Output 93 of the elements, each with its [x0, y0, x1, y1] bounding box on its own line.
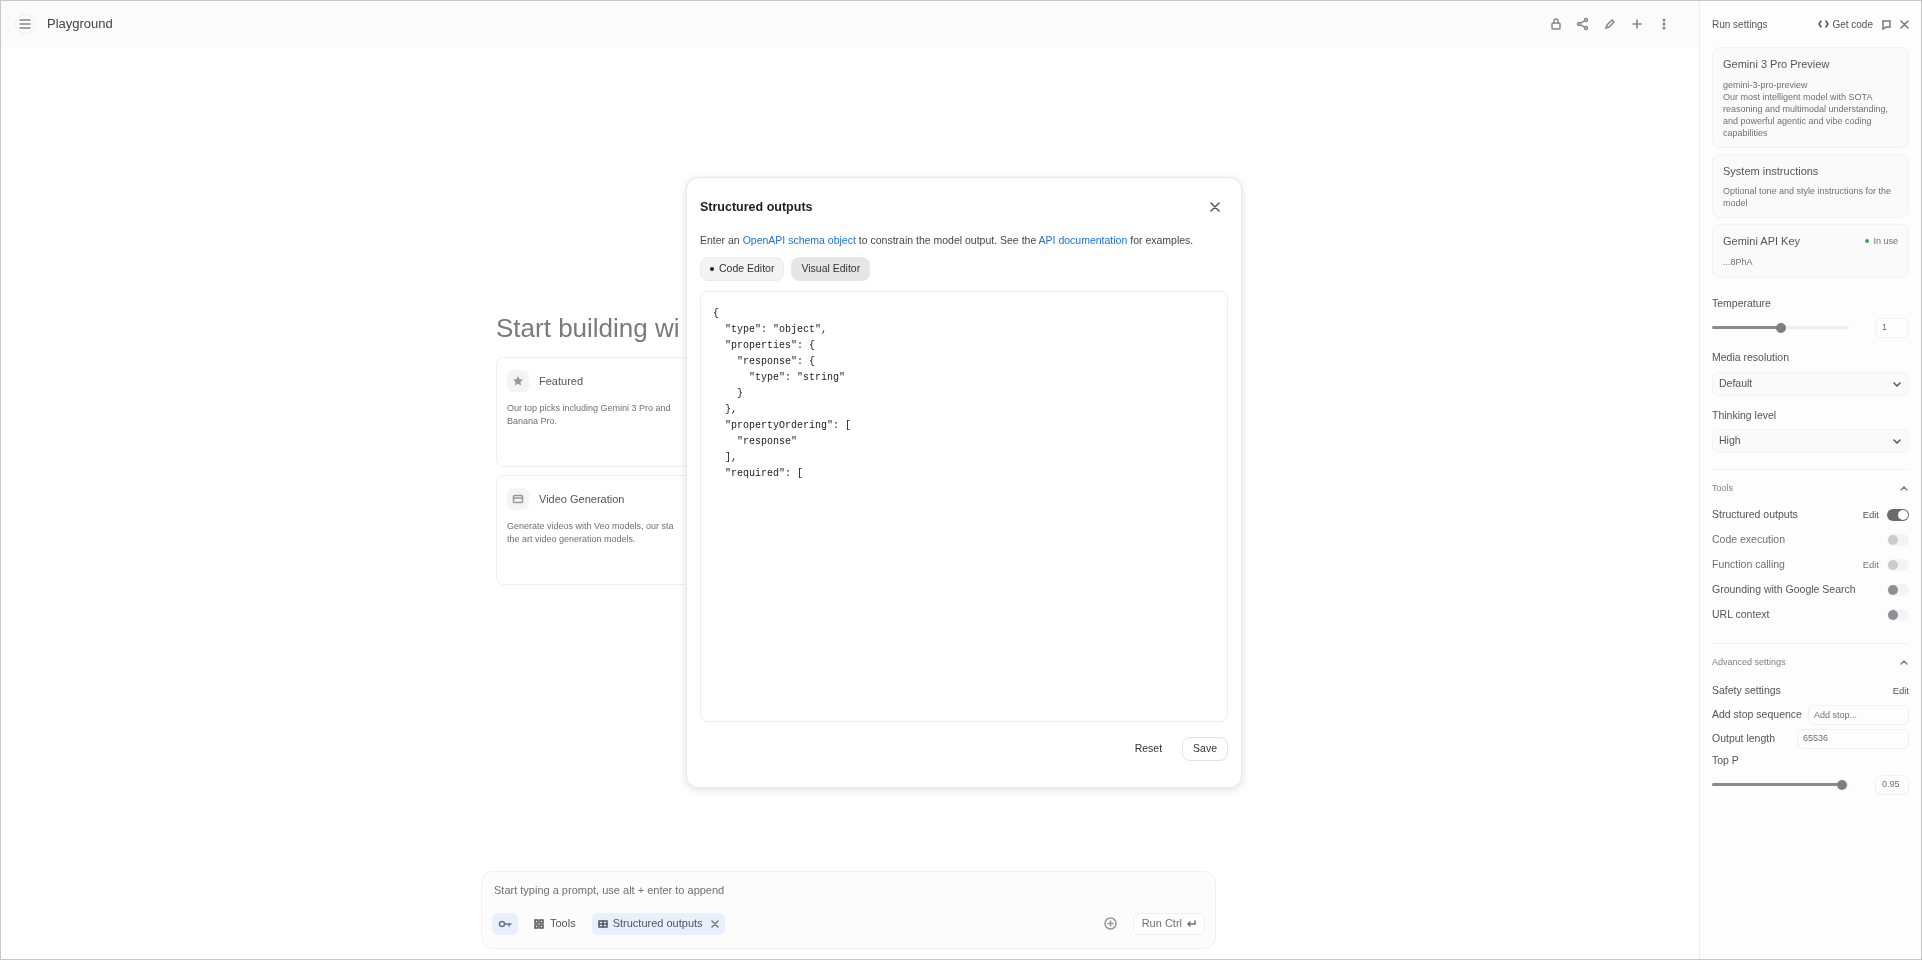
instructions-placeholder: Optional tone and style instructions for the model: [1723, 185, 1893, 209]
doc-link[interactable]: OpenAPI schema object: [742, 233, 856, 246]
close-icon: [710, 919, 719, 928]
api-key-value: ...8PhA: [1723, 255, 1754, 269]
setting-label: Safety settings: [1712, 683, 1782, 699]
dropdown[interactable]: High: [1712, 429, 1909, 454]
edit-link[interactable]: Edit: [1862, 507, 1879, 522]
status-label: In use: [1873, 234, 1898, 248]
card-description: the art video generation models.: [507, 533, 637, 546]
attach-button[interactable]: [1103, 917, 1117, 930]
card-title: Gemini API Key: [1723, 234, 1802, 249]
setting-label: Output length: [1712, 731, 1776, 747]
menu-icon: [18, 17, 32, 31]
structured-outputs-chip[interactable]: Structured outputs: [591, 912, 725, 935]
toggle-switch[interactable]: [1887, 508, 1909, 521]
toggle-switch[interactable]: [1887, 583, 1909, 596]
return-icon: [1186, 919, 1196, 928]
toggle-switch[interactable]: [1887, 608, 1909, 621]
card-title: System instructions: [1723, 163, 1820, 179]
chevron-down-icon: [1892, 436, 1902, 447]
close-button[interactable]: [1210, 202, 1220, 213]
share-icon: [1576, 17, 1590, 31]
model-card[interactable]: Gemini 3 Pro Preview gemini-3-pro-preview Our most intelligent model with SOTA reasoning and multimodal understanding, and powerful agentic and vibe coding capabilities: [1712, 47, 1909, 148]
key-icon: [498, 918, 512, 929]
code-editor[interactable]: { "type": "object", "properties": { "response": { "type": "string" } }, "propertyOrdering": [ "response" ], "required": [: [700, 290, 1228, 722]
panel-title: Run settings: [1712, 17, 1769, 32]
slider-thumb[interactable]: [1837, 779, 1848, 790]
tools-button[interactable]: Tools: [526, 912, 584, 935]
dialog-title: Structured outputs: [700, 199, 814, 216]
dialog-button[interactable]: Save: [1182, 736, 1228, 761]
edit-link[interactable]: Edit: [1892, 684, 1909, 699]
lock-icon: [1549, 17, 1563, 31]
model-name: Gemini 3 Pro Preview: [1723, 57, 1831, 72]
feature-card[interactable]: Video Generation Generate videos with Veo models, our sta the art video generation models.: [496, 475, 686, 585]
tool-label: Grounding with Google Search: [1712, 581, 1857, 597]
speech-bubble-icon: [1881, 18, 1892, 30]
video-icon: [512, 493, 524, 505]
tool-label: URL context: [1712, 606, 1771, 622]
card-description: Our top picks including Gemini 3 Pro and: [507, 402, 672, 415]
dropdown[interactable]: Default: [1712, 371, 1909, 396]
api-key-card[interactable]: Gemini API Key In use ...8PhA: [1712, 224, 1909, 278]
slider-thumb[interactable]: [1775, 322, 1786, 333]
dialog-button[interactable]: Reset: [1124, 736, 1173, 761]
tool-label: Code execution: [1712, 531, 1786, 547]
editor-tab[interactable]: Code Editor: [700, 256, 785, 281]
close-icon: [1900, 19, 1909, 29]
feedback-button[interactable]: [1881, 18, 1892, 30]
plus-circle-icon: [1103, 917, 1117, 930]
pencil-icon: [1603, 17, 1617, 31]
pencil-button[interactable]: [1603, 17, 1617, 31]
feature-card[interactable]: Featured Our top picks including Gemini 3 Pro and Banana Pro.: [496, 357, 686, 467]
setting-label: Media resolution: [1712, 349, 1791, 365]
share-button[interactable]: [1576, 17, 1590, 31]
section-header[interactable]: Advanced settings: [1712, 655, 1909, 670]
code-icon: [1818, 20, 1830, 28]
stop-sequence-field[interactable]: Add stop...: [1807, 705, 1909, 725]
table-icon: [597, 918, 608, 929]
prompt-input[interactable]: Start typing a prompt, use alt + enter to append: [492, 882, 727, 899]
setting-label: Temperature: [1712, 296, 1772, 311]
tool-label: Structured outputs: [1712, 506, 1799, 522]
lock-button[interactable]: [1549, 17, 1563, 31]
schema-code: { "type": "object", "properties": { "response": { "type": "string" } }, "propertyOrdering": [ "response" ], "required": [: [713, 306, 853, 481]
card-description: Generate videos with Veo models, our sta: [507, 520, 675, 533]
setting-label: Add stop sequence: [1712, 707, 1802, 723]
slider-track[interactable]: [1712, 326, 1849, 330]
star-icon: [512, 375, 524, 387]
get-code-button[interactable]: Get code: [1818, 16, 1873, 32]
page-title: Playground: [47, 15, 113, 34]
card-description: Banana Pro.: [507, 415, 559, 428]
close-icon: [1210, 202, 1220, 213]
dialog-description: Enter an OpenAPI schema object to constrain the model output. See the API documentation for examples.: [700, 232, 1195, 248]
plus-button[interactable]: [1630, 17, 1644, 31]
setting-label: Top P: [1712, 753, 1740, 768]
card-title: Video Generation: [539, 491, 625, 507]
welcome-heading: Start building wi: [496, 312, 680, 345]
section-header[interactable]: Tools: [1712, 482, 1909, 496]
plus-icon: [1630, 17, 1644, 31]
system-instructions-card[interactable]: System instructions Optional tone and style instructions for the model: [1712, 153, 1909, 218]
doc-link[interactable]: API documentation: [1038, 233, 1128, 246]
key-button[interactable]: [492, 912, 518, 935]
value-field[interactable]: 1: [1875, 317, 1909, 338]
close-panel-button[interactable]: [1900, 19, 1909, 29]
run-button[interactable]: Run Ctrl: [1132, 912, 1205, 935]
remove-chip-button[interactable]: [710, 919, 719, 928]
output-length-field[interactable]: 65536: [1797, 729, 1909, 749]
model-id: gemini-3-pro-preview: [1723, 78, 1809, 91]
setting-label: Thinking level: [1712, 407, 1778, 423]
tool-label: Function calling: [1712, 556, 1786, 572]
grid-icon: [534, 918, 544, 929]
value-field[interactable]: 0.95: [1875, 774, 1909, 795]
model-description: Our most intelligent model with SOTA reasoning and multimodal understanding, and powerful agentic and vibe coding capabilities: [1723, 90, 1890, 139]
editor-tab[interactable]: Visual Editor: [791, 256, 871, 281]
card-title: Featured: [539, 373, 584, 389]
